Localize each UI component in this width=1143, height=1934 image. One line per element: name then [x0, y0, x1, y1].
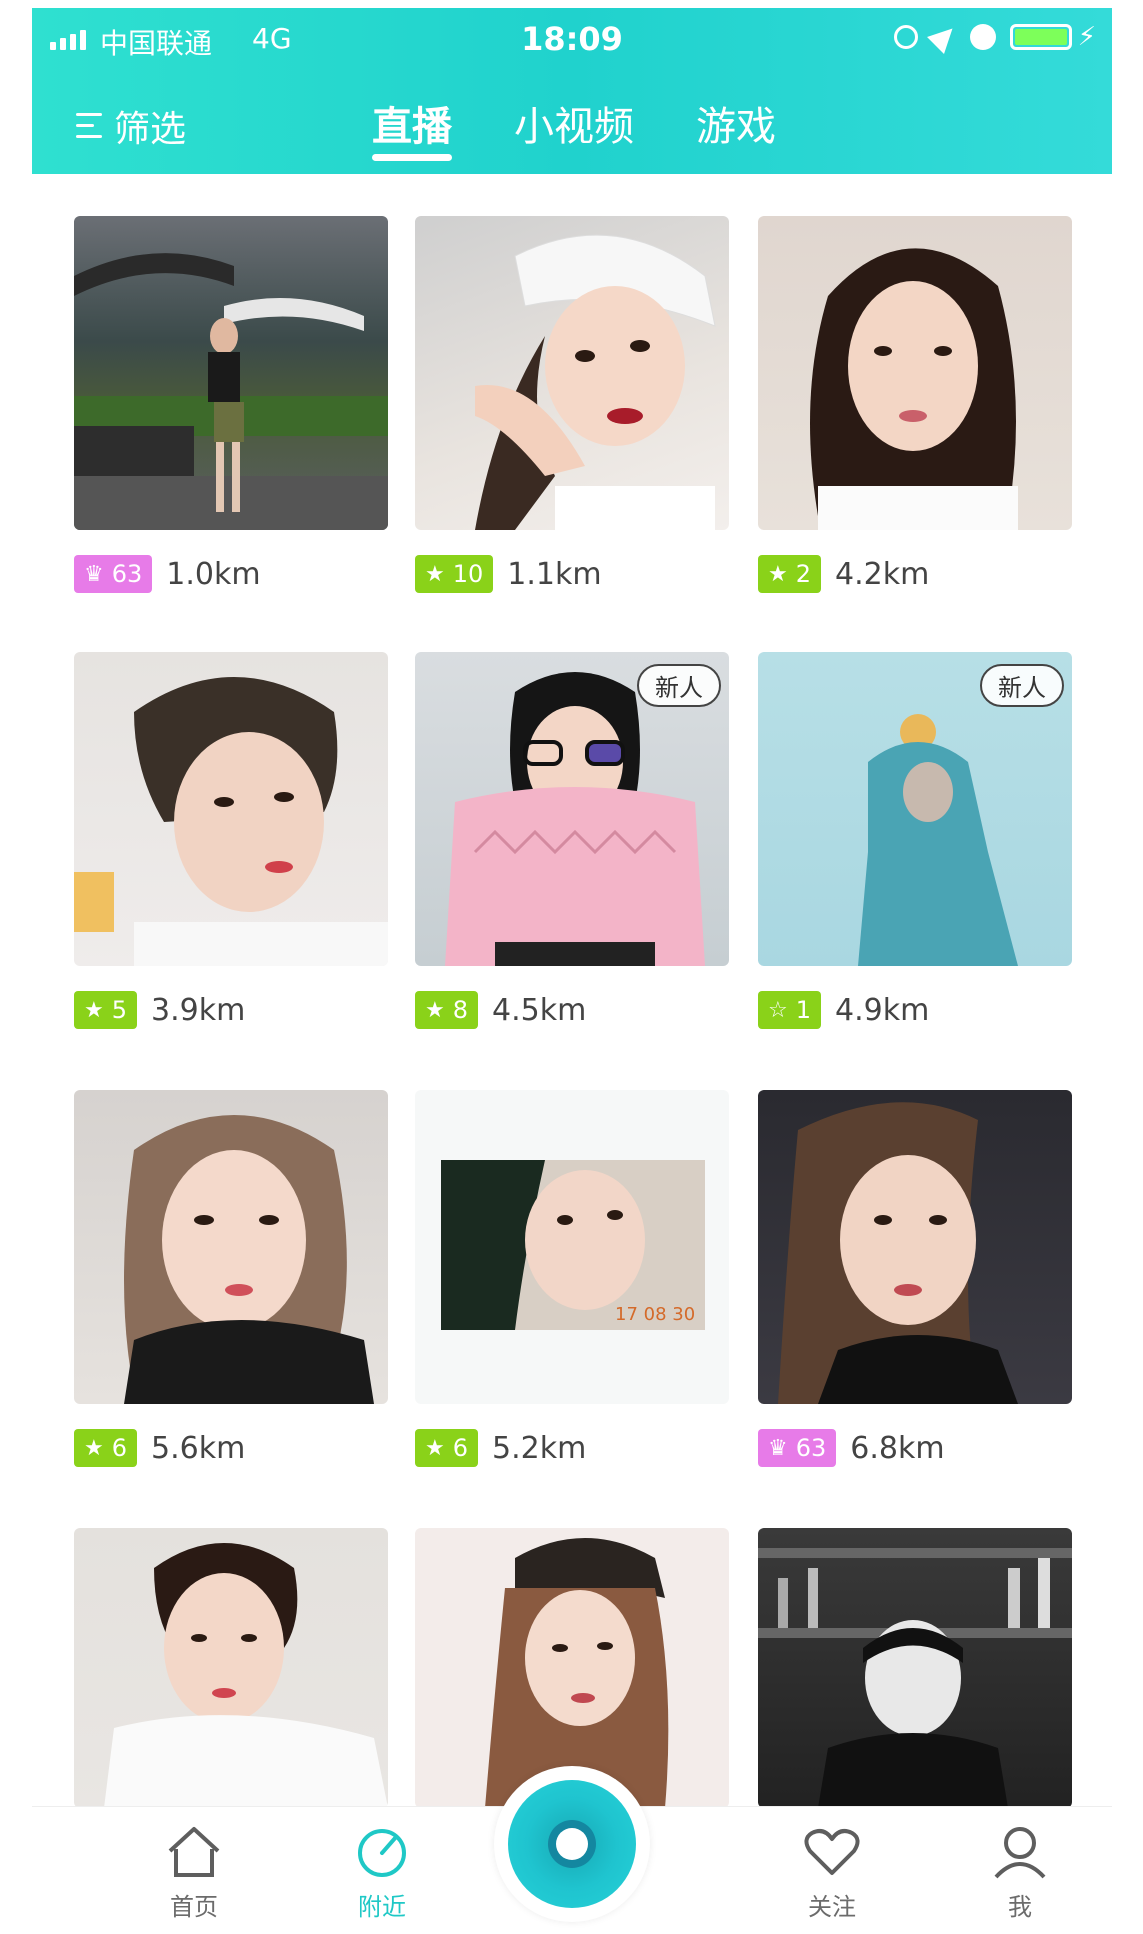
crown-icon: ♛ — [768, 1435, 788, 1461]
heart-icon — [772, 1825, 892, 1879]
start-live-button[interactable] — [494, 1766, 650, 1922]
stream-thumbnail[interactable]: 新人 — [758, 652, 1072, 966]
level-badge: ♛ 63 — [74, 555, 153, 593]
stream-meta: ★ 6 5.2km — [415, 1428, 586, 1468]
stream-thumbnail[interactable] — [415, 216, 729, 530]
level-value: 8 — [452, 996, 469, 1024]
stream-meta: ♛ 63 1.0km — [74, 554, 261, 594]
level-value: 6 — [111, 1434, 128, 1462]
stream-meta: ★ 8 4.5km — [415, 990, 586, 1030]
level-badge: ★ 6 — [74, 1429, 138, 1467]
home-icon — [134, 1825, 254, 1879]
level-badge: ☆ 1 — [758, 991, 822, 1029]
distance-label: 4.9km — [835, 992, 930, 1028]
stream-thumbnail[interactable] — [74, 1528, 388, 1808]
stream-thumbnail[interactable] — [74, 216, 388, 530]
distance-label: 3.9km — [151, 992, 246, 1028]
star-icon: ★ — [768, 561, 788, 587]
distance-label: 1.1km — [507, 556, 602, 592]
stream-thumbnail[interactable] — [758, 1090, 1072, 1404]
tab-home-label: 首页 — [170, 1893, 218, 1921]
stream-meta: ★ 2 4.2km — [758, 554, 929, 594]
star-icon: ★ — [84, 997, 104, 1023]
app-frame: 中国联通 4G 18:09 ⚡ 筛选 直播 小视频 游戏 ♛ 63 1.0km … — [32, 0, 1112, 1934]
tab-nearby[interactable]: 附近 — [322, 1825, 442, 1922]
stream-meta: ★ 5 3.9km — [74, 990, 245, 1030]
level-value: 6 — [452, 1434, 469, 1462]
stream-thumbnail[interactable]: 新人 — [415, 652, 729, 966]
stream-thumbnail[interactable] — [758, 1528, 1072, 1808]
star-outline-icon: ☆ — [768, 997, 788, 1023]
level-badge: ★ 10 — [415, 555, 494, 593]
tab-home[interactable]: 首页 — [134, 1825, 254, 1922]
live-grid: ♛ 63 1.0km ★ 10 1.1km ★ 2 4.2km ★ 5 3.9k… — [32, 0, 1112, 1934]
tab-follow-label: 关注 — [808, 1893, 856, 1921]
stream-thumbnail[interactable]: 17 08 30 — [415, 1090, 729, 1404]
level-badge: ♛ 63 — [758, 1429, 837, 1467]
user-icon — [960, 1825, 1080, 1879]
stream-thumbnail[interactable] — [74, 1090, 388, 1404]
stream-thumbnail[interactable] — [758, 216, 1072, 530]
level-value: 63 — [795, 1434, 827, 1462]
tab-follow[interactable]: 关注 — [772, 1825, 892, 1922]
distance-label: 5.6km — [151, 1430, 246, 1466]
level-badge: ★ 5 — [74, 991, 138, 1029]
star-icon: ★ — [84, 1435, 104, 1461]
distance-label: 1.0km — [166, 556, 261, 592]
crown-icon: ♛ — [84, 561, 104, 587]
distance-label: 4.2km — [835, 556, 930, 592]
tab-me[interactable]: 我 — [960, 1825, 1080, 1922]
star-icon: ★ — [425, 1435, 445, 1461]
level-value: 1 — [795, 996, 812, 1024]
svg-text:17 08 30: 17 08 30 — [615, 1304, 695, 1325]
stream-thumbnail[interactable] — [74, 652, 388, 966]
stream-meta: ★ 10 1.1km — [415, 554, 602, 594]
level-badge: ★ 2 — [758, 555, 822, 593]
tab-nearby-label: 附近 — [358, 1893, 406, 1921]
level-value: 2 — [795, 560, 812, 588]
distance-label: 5.2km — [492, 1430, 587, 1466]
compass-icon — [322, 1825, 442, 1879]
level-badge: ★ 6 — [415, 1429, 479, 1467]
new-badge: 新人 — [637, 664, 721, 707]
star-icon: ★ — [425, 997, 445, 1023]
level-badge: ★ 8 — [415, 991, 479, 1029]
tab-me-label: 我 — [1008, 1893, 1032, 1921]
stream-meta: ♛ 63 6.8km — [758, 1428, 945, 1468]
stream-meta: ★ 6 5.6km — [74, 1428, 245, 1468]
distance-label: 6.8km — [850, 1430, 945, 1466]
level-value: 10 — [452, 560, 484, 588]
distance-label: 4.5km — [492, 992, 587, 1028]
camera-ring-icon — [508, 1780, 636, 1908]
star-icon: ★ — [425, 561, 445, 587]
stream-meta: ☆ 1 4.9km — [758, 990, 929, 1030]
level-value: 5 — [111, 996, 128, 1024]
level-value: 63 — [111, 560, 143, 588]
new-badge: 新人 — [980, 664, 1064, 707]
